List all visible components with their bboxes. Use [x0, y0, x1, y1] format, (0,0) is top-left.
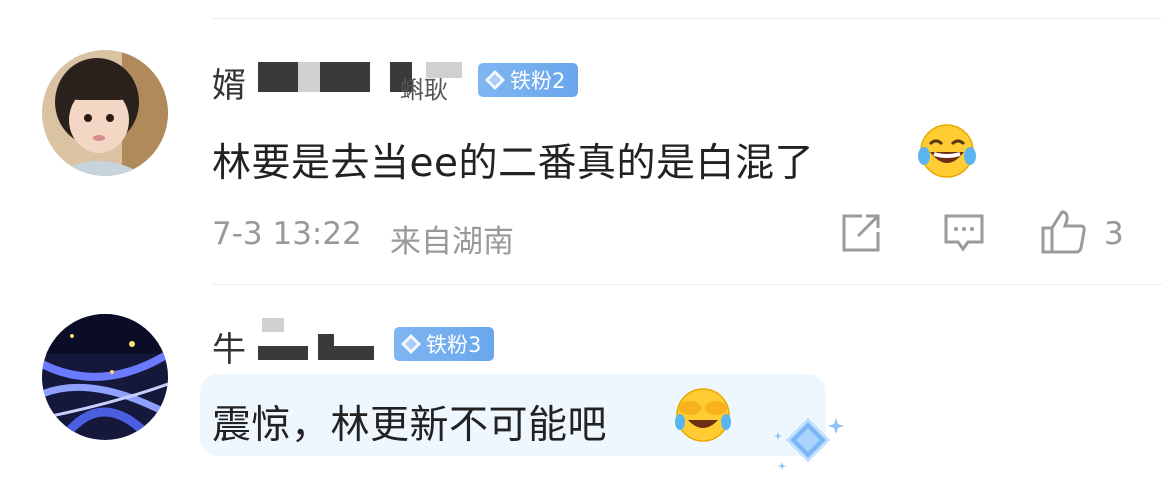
- fan-badge-label: 铁粉3: [426, 333, 482, 357]
- username-visible-text: 牛: [212, 330, 246, 370]
- username[interactable]: 牛: [212, 322, 246, 371]
- comment-time: 7-3 13:22: [212, 216, 362, 252]
- fan-badge-label: 铁粉2: [510, 69, 566, 93]
- comment-icon[interactable]: [943, 212, 985, 254]
- username-mosaic: [298, 62, 320, 92]
- username-mosaic: [320, 62, 370, 92]
- username-mosaic: [258, 62, 298, 92]
- fan-badge[interactable]: 铁粉3: [394, 327, 494, 361]
- cover-face-crying-emoji: [675, 388, 731, 442]
- comment-text: 震惊，林更新不可能吧: [212, 403, 608, 448]
- like-icon[interactable]: [1040, 208, 1088, 256]
- laugh-tears-emoji: [918, 124, 976, 178]
- divider: [212, 284, 1162, 285]
- share-icon[interactable]: [840, 212, 882, 254]
- like-count: 3: [1104, 216, 1124, 252]
- diamond-icon: [485, 70, 505, 90]
- comment-text: 林要是去当ee的二番真的是白混了: [212, 141, 814, 186]
- divider-top: [212, 18, 1162, 19]
- avatar[interactable]: [42, 50, 168, 176]
- username-mosaic: [258, 346, 308, 360]
- fan-badge[interactable]: 铁粉2: [478, 63, 578, 97]
- username-mosaic: [318, 334, 334, 360]
- comment-location: 来自湖南: [390, 224, 514, 260]
- username-mosaic: [334, 346, 374, 360]
- avatar[interactable]: [42, 314, 168, 440]
- username-visible-text: 婿: [212, 66, 246, 106]
- diamond-sparkle-icon: [774, 417, 844, 470]
- username-mosaic: [262, 318, 284, 332]
- username[interactable]: 婿: [212, 58, 246, 107]
- username-suffix: 蝌耿: [400, 76, 448, 104]
- diamond-icon: [401, 334, 421, 354]
